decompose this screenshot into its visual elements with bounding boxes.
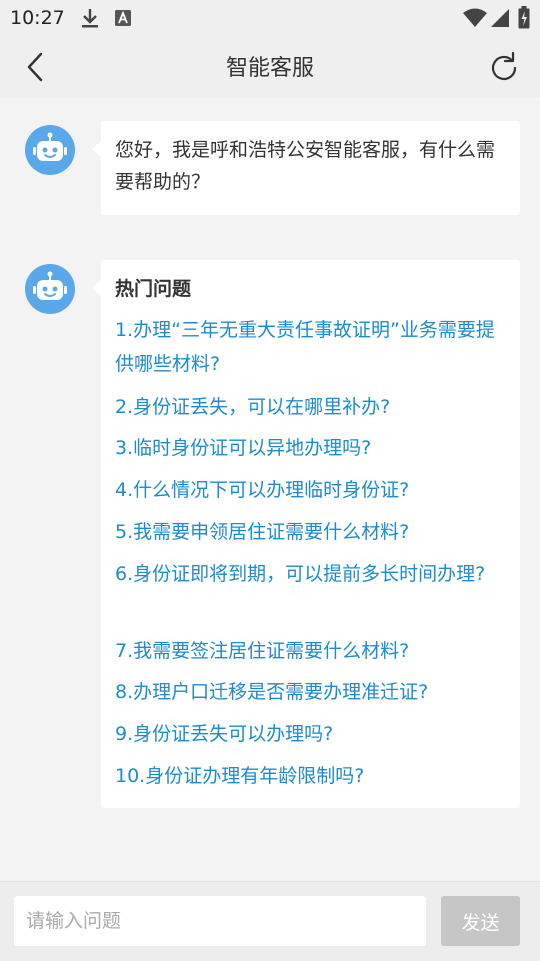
- status-bar: 10:27: [0, 0, 540, 36]
- refresh-icon: [491, 51, 517, 81]
- greeting-bubble: 您好，我是呼和浩特公安智能客服，有什么需要帮助的？: [92, 121, 520, 215]
- faq-item[interactable]: 8.办理户口迁移是否需要办理准迁证?: [115, 675, 500, 709]
- status-time: 10:27: [10, 7, 65, 29]
- refresh-button[interactable]: [484, 48, 524, 88]
- greeting-text: 您好，我是呼和浩特公安智能客服，有什么需要帮助的？: [115, 139, 496, 193]
- title-bar: 智能客服: [0, 36, 540, 98]
- download-icon: [80, 7, 100, 33]
- battery-charging-icon: [518, 6, 530, 33]
- input-bar: 发送: [0, 881, 540, 961]
- faq-item[interactable]: 5.我需要申领居住证需要什么材料?: [115, 515, 500, 549]
- faq-item[interactable]: 10.身份证办理有年龄限制吗?: [115, 759, 500, 793]
- chat-area[interactable]: 您好，我是呼和浩特公安智能客服，有什么需要帮助的？ 热门问题 1.办理“三年无重…: [0, 98, 540, 881]
- faq-item[interactable]: 6.身份证即将到期，可以提前多长时间办理?: [115, 557, 500, 591]
- bot-avatar: [25, 264, 75, 314]
- bot-avatar: [25, 125, 75, 175]
- faq-title: 热门问题: [115, 278, 192, 300]
- signal-icon: [490, 8, 510, 32]
- question-input[interactable]: [14, 896, 426, 946]
- text-a-icon: [114, 9, 132, 31]
- robot-icon: [33, 271, 67, 300]
- wifi-icon: [462, 8, 488, 32]
- faq-item[interactable]: 3.临时身份证可以异地办理吗?: [115, 431, 500, 465]
- page-title: 智能客服: [225, 56, 314, 81]
- send-button[interactable]: 发送: [441, 896, 520, 946]
- faq-item[interactable]: 2.身份证丢失，可以在哪里补办?: [115, 390, 500, 424]
- faq-item[interactable]: 1.办理“三年无重大责任事故证明”业务需要提供哪些材料?: [115, 313, 500, 381]
- faq-item[interactable]: 7.我需要签注居住证需要什么材料?: [115, 634, 500, 668]
- faq-item[interactable]: 4.什么情况下可以办理临时身份证?: [115, 473, 500, 507]
- faq-bubble: 热门问题 1.办理“三年无重大责任事故证明”业务需要提供哪些材料? 2.身份证丢…: [92, 260, 520, 808]
- faq-item[interactable]: 9.身份证丢失可以办理吗?: [115, 717, 500, 751]
- robot-icon: [33, 132, 67, 161]
